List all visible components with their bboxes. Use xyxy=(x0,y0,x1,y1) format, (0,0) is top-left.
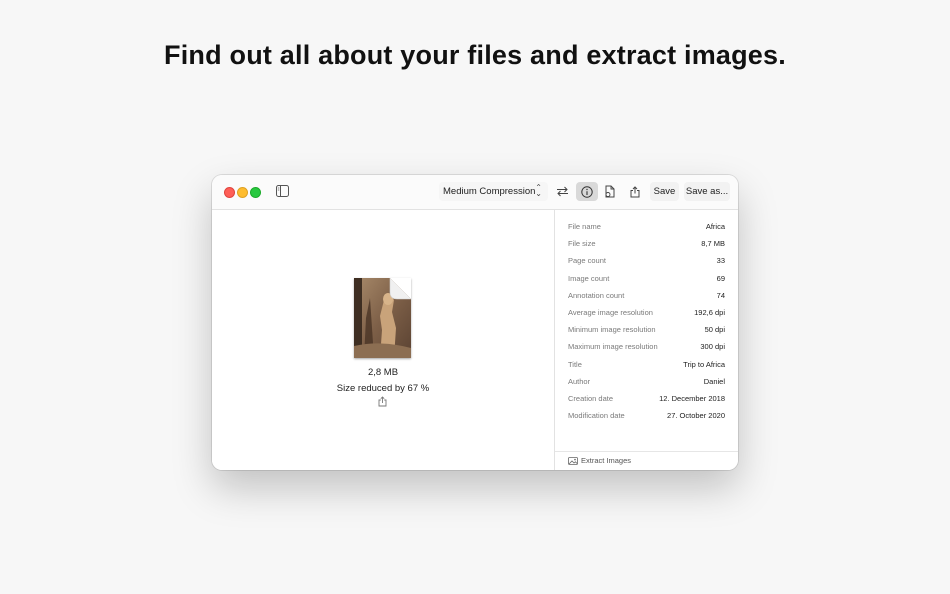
info-row-value: Trip to Africa xyxy=(683,359,725,369)
compression-label: Medium Compression xyxy=(443,186,536,197)
info-row-label: File name xyxy=(568,222,601,231)
compressed-file-size: 2,8 MB xyxy=(367,367,399,378)
info-row-value: 12. December 2018 xyxy=(659,394,725,403)
info-row: File size 8,7 MB xyxy=(568,237,725,251)
extract-document-icon xyxy=(605,185,615,198)
info-icon xyxy=(581,185,593,198)
info-row-value: 33 xyxy=(716,256,725,266)
document-preview-pane: 2,8 MB Size reduced by 67 % xyxy=(212,210,554,470)
info-row: Image count 69 xyxy=(568,272,725,286)
headline: Find out all about your files and extrac… xyxy=(164,40,786,70)
chevron-up-down-icon: ⌃ ⌄ xyxy=(535,183,542,198)
info-row: Modification date 27. October 2020 xyxy=(568,409,725,423)
share-button[interactable] xyxy=(626,182,644,201)
size-reduction-text: Size reduced by 67 % xyxy=(336,383,430,394)
info-row: Minimum image resolution 50 dpi xyxy=(568,323,725,337)
info-row-label: File size xyxy=(568,239,596,249)
app-window: Medium Compression ⌃ ⌄ Save Save as... 2… xyxy=(212,175,738,470)
info-row-label: Author xyxy=(568,376,591,386)
info-row-value: 8,7 MB xyxy=(701,239,725,249)
zoom-window-button[interactable] xyxy=(250,187,261,198)
info-row: Page count 33 xyxy=(568,254,725,268)
document-thumbnail[interactable] xyxy=(354,278,411,358)
compression-select[interactable]: Medium Compression ⌃ ⌄ xyxy=(439,182,548,201)
save-as-button[interactable]: Save as... xyxy=(684,182,730,201)
info-row-label: Creation date xyxy=(568,394,614,403)
close-window-button[interactable] xyxy=(224,187,235,198)
info-row-value: 74 xyxy=(716,290,725,300)
save-button[interactable]: Save xyxy=(650,182,679,201)
info-button[interactable] xyxy=(576,182,598,201)
info-row-value: 69 xyxy=(716,273,725,283)
share-icon[interactable] xyxy=(378,396,387,407)
info-row-label: Title xyxy=(568,359,582,369)
toolbar: Medium Compression ⌃ ⌄ Save Save as... xyxy=(212,175,738,210)
info-row-value: 50 dpi xyxy=(704,325,725,335)
info-row: Average image resolution 192,6 dpi xyxy=(568,306,725,320)
info-row-label: Image count xyxy=(568,273,610,283)
info-row-value: 300 dpi xyxy=(700,342,725,352)
info-row-label: Page count xyxy=(568,256,606,266)
info-row: File name Africa xyxy=(568,220,725,234)
swap-button[interactable] xyxy=(552,182,572,201)
info-row-value: 192,6 dpi xyxy=(694,308,725,317)
info-row-label: Annotation count xyxy=(568,290,625,300)
extract-images-button[interactable]: Extract Images xyxy=(568,454,631,468)
file-info-pane: File name Africa File size 8,7 MB Page count… xyxy=(554,210,738,470)
info-row-value: Daniel xyxy=(703,376,725,386)
extract-images-label: Extract Images xyxy=(581,456,632,465)
info-row: Maximum image resolution 300 dpi xyxy=(568,340,725,354)
share-icon xyxy=(630,185,640,197)
info-footer: Extract Images xyxy=(555,451,738,470)
info-row: Title Trip to Africa xyxy=(568,358,725,372)
info-row: Creation date 12. December 2018 xyxy=(568,392,725,406)
info-row-label: Maximum image resolution xyxy=(568,342,658,352)
info-row-label: Modification date xyxy=(568,411,625,421)
info-row-value: 27. October 2020 xyxy=(667,411,725,421)
info-row: Author Daniel xyxy=(568,375,725,389)
sidebar-icon[interactable] xyxy=(276,185,289,197)
info-row-label: Average image resolution xyxy=(568,308,653,317)
info-row: Annotation count 74 xyxy=(568,289,725,303)
info-row-value: Africa xyxy=(705,222,725,231)
swap-arrows-icon xyxy=(556,186,568,197)
extract-button[interactable] xyxy=(600,182,620,201)
minimize-window-button[interactable] xyxy=(237,187,248,198)
info-row-label: Minimum image resolution xyxy=(568,325,656,335)
photo-icon xyxy=(568,457,578,465)
